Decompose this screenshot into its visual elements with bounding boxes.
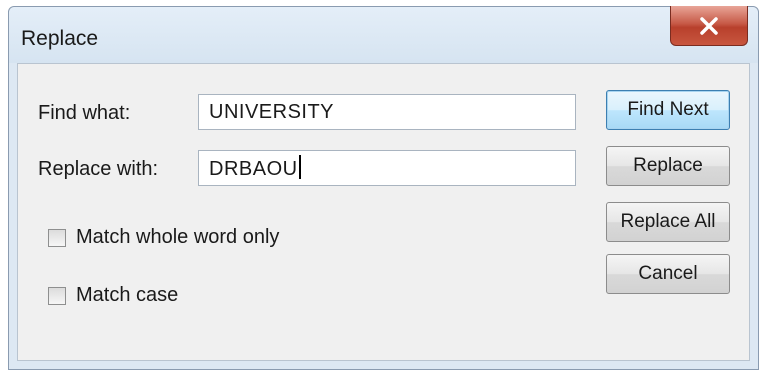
match-case-checkbox[interactable] xyxy=(48,286,66,305)
close-icon xyxy=(700,16,718,35)
dialog-body: Find what: UNIVERSITY Replace with: DRBA… xyxy=(17,63,750,361)
find-what-input[interactable]: UNIVERSITY xyxy=(198,94,576,130)
match-whole-word-option[interactable]: Match whole word only xyxy=(48,226,279,249)
cancel-button[interactable]: Cancel xyxy=(606,254,730,294)
title-bar[interactable]: Replace xyxy=(9,6,758,63)
replace-with-input[interactable]: DRBAOU xyxy=(198,150,576,186)
match-case-option[interactable]: Match case xyxy=(48,284,178,307)
text-caret xyxy=(298,155,301,179)
dialog-title: Replace xyxy=(21,27,99,50)
find-what-value: UNIVERSITY xyxy=(209,101,335,123)
match-case-label: Match case xyxy=(76,284,179,306)
match-whole-word-checkbox[interactable] xyxy=(48,228,66,247)
close-button[interactable] xyxy=(670,6,748,46)
replace-with-label: Replace with: xyxy=(38,158,159,180)
find-next-button[interactable]: Find Next xyxy=(606,90,730,130)
replace-button[interactable]: Replace xyxy=(606,146,730,186)
replace-dialog: Replace Find what: UNIVERSITY Replace wi… xyxy=(8,6,759,370)
match-whole-word-label: Match whole word only xyxy=(76,226,280,248)
replace-with-value: DRBAOU xyxy=(209,158,298,180)
replace-all-button[interactable]: Replace All xyxy=(606,202,730,242)
find-what-label: Find what: xyxy=(38,102,131,124)
